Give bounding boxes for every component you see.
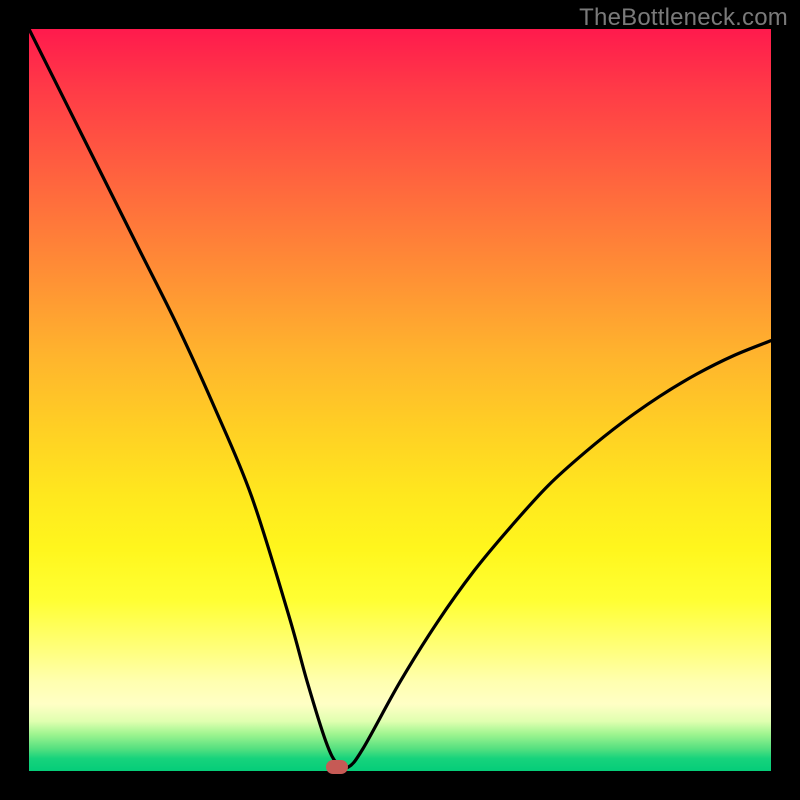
optimum-marker <box>326 760 348 774</box>
bottleneck-curve <box>29 29 771 771</box>
chart-plot-area <box>29 29 771 771</box>
watermark-text: TheBottleneck.com <box>579 4 788 32</box>
